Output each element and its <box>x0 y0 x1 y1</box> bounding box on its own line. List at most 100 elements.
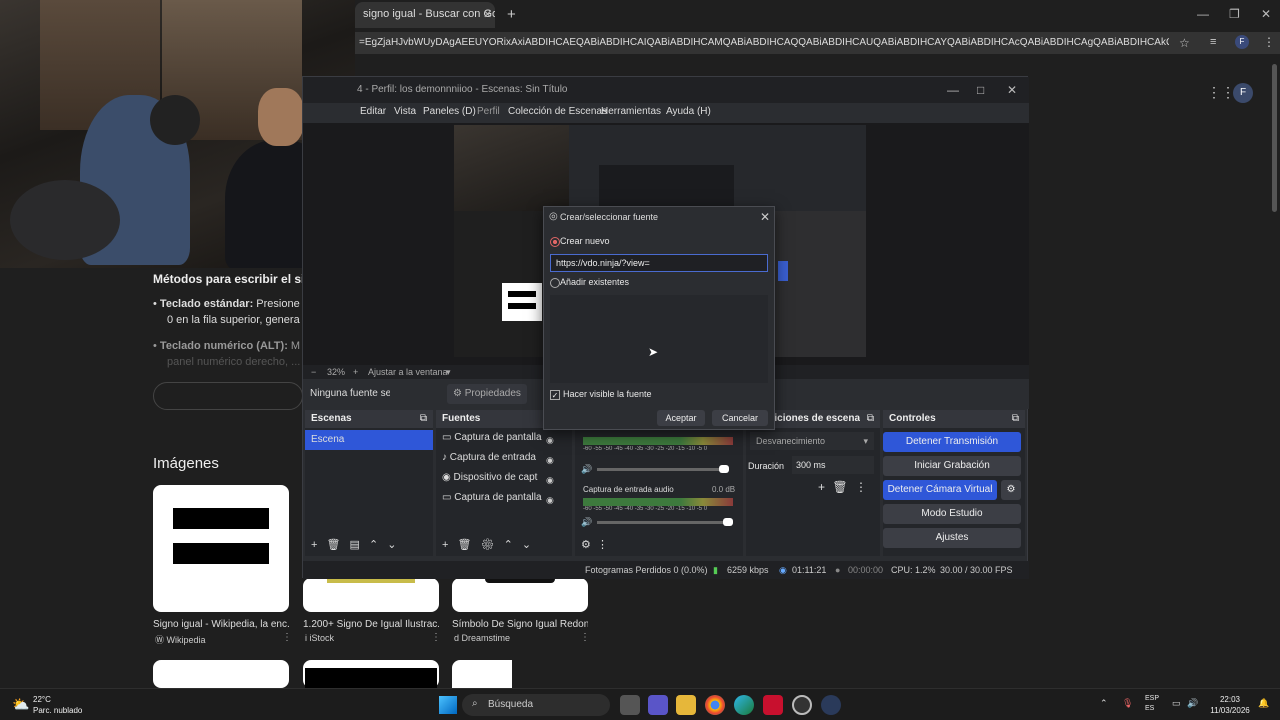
existing-sources-list[interactable] <box>550 295 768 383</box>
taskbar-search[interactable]: Búsqueda <box>462 694 610 716</box>
trash-icon[interactable]: 🗑 <box>832 480 847 494</box>
windows-start-icon[interactable] <box>439 696 457 714</box>
zoom-out-icon[interactable]: − <box>311 367 316 377</box>
trash-icon[interactable]: 🗑 <box>327 539 341 551</box>
microphone-icon[interactable]: 🎙 <box>1122 698 1133 709</box>
task-view-icon[interactable] <box>620 695 640 715</box>
zoom-in-icon[interactable]: + <box>353 367 358 377</box>
more-options-icon[interactable]: ⋮ <box>580 632 590 643</box>
menu-ayuda[interactable]: Ayuda (H) <box>666 106 711 117</box>
stop-virtual-camera-button[interactable]: Detener Cámara Virtual <box>883 480 997 500</box>
transition-select[interactable]: Desvanecimiento ▾ <box>750 432 874 450</box>
speaker-icon[interactable]: 🔊 <box>581 517 592 528</box>
image-result-thumbnail[interactable] <box>303 660 439 688</box>
maximize-icon[interactable]: □ <box>977 83 984 97</box>
gear-icon[interactable]: ⚙ <box>1001 480 1021 500</box>
up-icon[interactable]: ⌃ <box>369 539 378 551</box>
minimize-icon[interactable]: — <box>1197 7 1209 21</box>
add-icon[interactable]: + <box>442 539 448 551</box>
volume-icon[interactable]: 🔊 <box>1187 698 1198 709</box>
visible-label[interactable]: Hacer visible la fuente <box>563 389 652 399</box>
bookmark-star-icon[interactable]: ☆ <box>1179 36 1190 50</box>
image-result-thumbnail[interactable] <box>153 485 289 612</box>
google-ask-input[interactable] <box>153 382 303 410</box>
menu-paneles[interactable]: Paneles (D) <box>423 106 476 117</box>
dock-undock-icon[interactable]: ⧉ <box>867 413 874 424</box>
up-icon[interactable]: ⌃ <box>504 539 513 551</box>
close-icon[interactable]: ✕ <box>1261 7 1271 21</box>
reading-list-icon[interactable]: ≡ <box>1210 36 1216 48</box>
source-visibility-icons[interactable]: ◉ ◉ ◉ ◉ <box>546 430 554 510</box>
app-red-icon[interactable] <box>763 695 783 715</box>
close-icon[interactable]: ✕ <box>1007 83 1017 97</box>
profile-avatar[interactable]: F <box>1235 35 1249 49</box>
stop-stream-button[interactable]: Detener Transmisión <box>883 432 1021 452</box>
studio-mode-button[interactable]: Modo Estudio <box>883 504 1021 524</box>
language-indicator[interactable]: ESP ES <box>1145 694 1159 714</box>
settings-gear-icon[interactable] <box>821 695 841 715</box>
image-result-thumbnail[interactable] <box>153 660 289 688</box>
chevron-up-icon[interactable]: ⌃ <box>1100 698 1108 709</box>
tab-active[interactable]: signo igual - Buscar con Google <box>355 2 495 28</box>
volume-slider[interactable] <box>597 468 725 471</box>
page-scrollbar[interactable] <box>1272 64 1277 212</box>
image-result-thumbnail[interactable] <box>452 660 512 688</box>
kebab-menu-icon[interactable]: ⋮ <box>597 539 608 551</box>
address-bar[interactable]: =EgZjaHJvbWUyDAgAEEUYORixAxiABDIHCAEQABi… <box>355 32 1280 54</box>
duration-spinbox[interactable]: 300 ms <box>792 456 874 474</box>
scene-item[interactable]: Escena <box>305 430 433 450</box>
close-icon[interactable]: ✕ <box>760 210 770 224</box>
down-icon[interactable]: ⌄ <box>522 539 531 551</box>
volume-slider-handle[interactable] <box>723 518 733 526</box>
dock-undock-icon[interactable]: ⧉ <box>1012 413 1019 424</box>
radio-add-existing[interactable] <box>550 278 560 288</box>
speaker-icon[interactable]: 🔊 <box>581 464 592 475</box>
menu-perfil[interactable]: Perfil <box>477 106 500 117</box>
volume-slider[interactable] <box>597 521 725 524</box>
obs-icon[interactable] <box>792 695 812 715</box>
add-icon[interactable]: + <box>311 539 317 551</box>
down-icon[interactable]: ⌄ <box>387 539 396 551</box>
settings-button[interactable]: Ajustes <box>883 528 1021 548</box>
notification-bell-icon[interactable]: 🔔 <box>1258 698 1269 709</box>
kebab-menu-icon[interactable]: ⋮ <box>855 480 867 494</box>
more-options-icon[interactable]: ⋮ <box>431 632 441 643</box>
tab-close-icon[interactable]: ✕ <box>483 8 492 21</box>
network-icon[interactable]: ▭ <box>1172 698 1181 709</box>
cancel-button[interactable]: Cancelar <box>712 410 768 426</box>
filter-icon[interactable]: ▤ <box>350 539 360 551</box>
edge-icon[interactable] <box>734 695 754 715</box>
fit-to-window[interactable]: Ajustar a la ventana <box>368 367 448 377</box>
create-new-label[interactable]: Crear nuevo <box>560 236 610 246</box>
weather-widget[interactable]: 22°C Parc. nublado <box>33 694 82 716</box>
add-icon[interactable]: + <box>818 480 825 494</box>
kebab-menu-icon[interactable]: ⋮ <box>1263 35 1275 49</box>
image-result-thumbnail[interactable] <box>452 578 588 612</box>
gear-icon[interactable]: ⚙ <box>581 539 591 551</box>
gear-icon[interactable]: ⚙ <box>481 539 495 551</box>
maximize-icon[interactable]: ❐ <box>1229 7 1240 21</box>
menu-coleccion[interactable]: Colección de Escenas <box>508 106 607 117</box>
more-options-icon[interactable]: ⋮ <box>282 632 292 643</box>
fit-dropdown-icon[interactable]: ▾ <box>446 367 451 378</box>
image-result-title[interactable]: Símbolo De Signo Igual Redon... <box>452 619 588 630</box>
clock[interactable]: 22:03 11/03/2026 <box>1200 694 1260 716</box>
volume-slider-handle[interactable] <box>719 465 729 473</box>
properties-button[interactable]: ⚙ Propiedades <box>447 384 527 404</box>
weather-icon[interactable]: ⛅ <box>12 696 29 713</box>
file-explorer-icon[interactable] <box>676 695 696 715</box>
add-existing-label[interactable]: Añadir existentes <box>560 277 629 287</box>
menu-editar[interactable]: Editar <box>360 106 386 117</box>
teams-icon[interactable] <box>648 695 668 715</box>
image-result-title[interactable]: 1.200+ Signo De Igual Ilustrac... <box>303 619 439 630</box>
dock-undock-icon[interactable]: ⧉ <box>420 413 427 424</box>
trash-icon[interactable]: 🗑 <box>458 539 472 551</box>
menu-herramientas[interactable]: Herramientas <box>601 106 661 117</box>
new-tab-button[interactable]: + <box>507 6 516 23</box>
minimize-icon[interactable]: — <box>947 83 959 97</box>
chrome-icon[interactable] <box>705 695 725 715</box>
accept-button[interactable]: Aceptar <box>657 410 705 426</box>
start-record-button[interactable]: Iniciar Grabación <box>883 456 1021 476</box>
radio-create-new[interactable] <box>550 237 560 247</box>
visible-checkbox[interactable]: ✓ <box>550 390 560 400</box>
